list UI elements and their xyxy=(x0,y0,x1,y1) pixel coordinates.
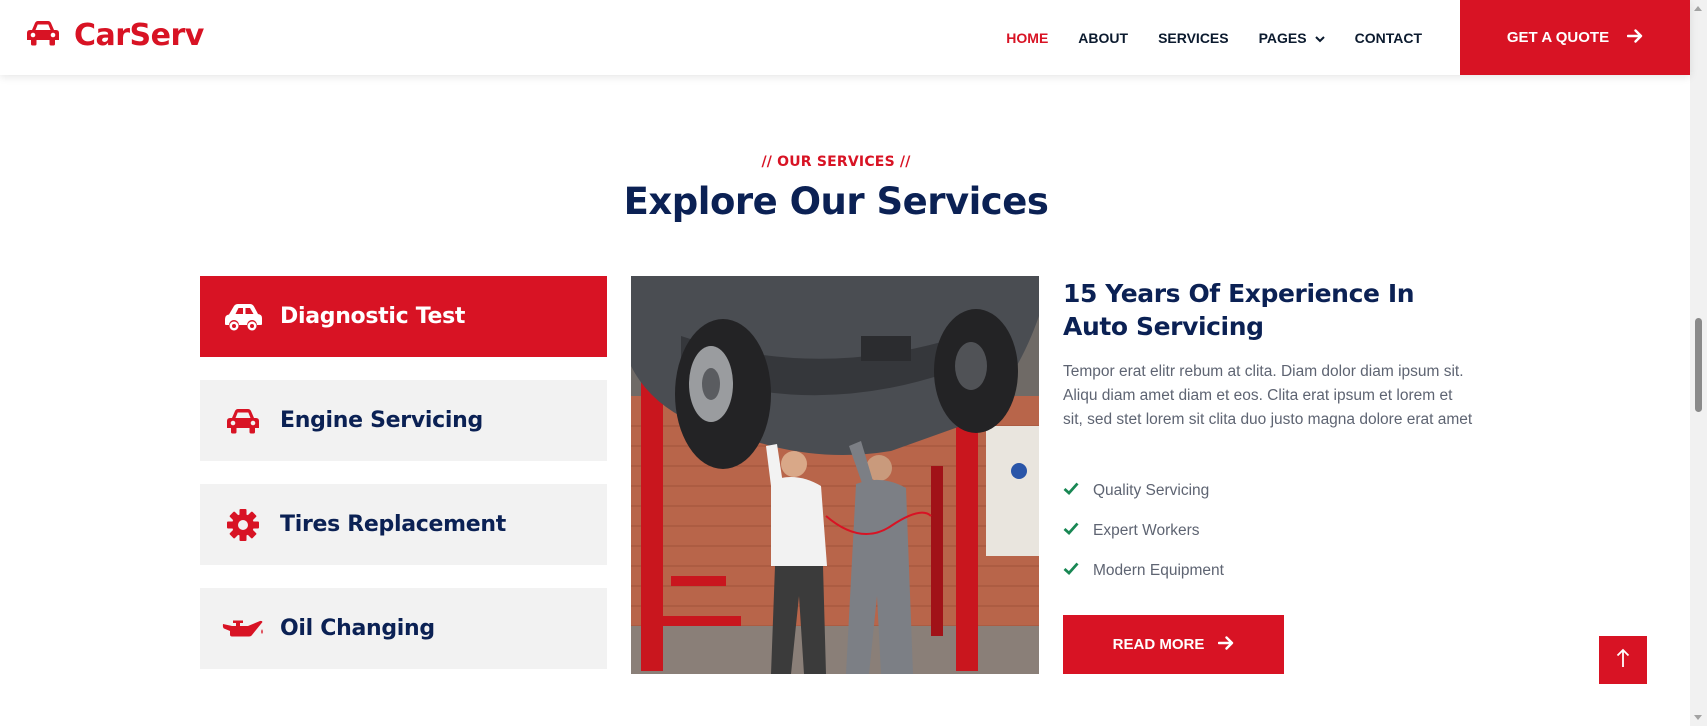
feature-label: Expert Workers xyxy=(1093,522,1200,539)
nav-contact[interactable]: CONTACT xyxy=(1355,30,1422,46)
feature-label: Quality Servicing xyxy=(1093,482,1210,499)
back-to-top-button[interactable] xyxy=(1599,636,1647,684)
read-more-label: READ MORE xyxy=(1112,636,1205,653)
car-icon xyxy=(26,20,60,51)
oil-can-icon xyxy=(222,612,264,646)
detail-description: Tempor erat elitr rebum at clita. Diam d… xyxy=(1063,363,1473,428)
car-icon xyxy=(222,404,264,438)
read-more-button[interactable]: READ MORE xyxy=(1063,615,1284,674)
tab-diagnostic-test[interactable]: Diagnostic Test xyxy=(200,276,607,357)
tab-oil-changing-label: Oil Changing xyxy=(280,616,435,641)
scroll-up-icon[interactable] xyxy=(1694,6,1702,11)
arrow-right-icon xyxy=(1218,635,1234,654)
nav-services[interactable]: SERVICES xyxy=(1158,30,1229,46)
nav-pages[interactable]: PAGES xyxy=(1259,30,1325,46)
scroll-down-icon[interactable] xyxy=(1694,715,1702,720)
service-image xyxy=(631,276,1039,674)
nav-about[interactable]: ABOUT xyxy=(1078,30,1128,46)
brand-name: CarServ xyxy=(74,18,204,53)
navbar: CarServ HOME ABOUT SERVICES PAGES CONTAC… xyxy=(0,0,1690,75)
tab-tires-replacement-label: Tires Replacement xyxy=(280,512,506,537)
nav-pages-label: PAGES xyxy=(1258,29,1307,46)
detail-title: 15 Years Of Experience In Auto Servicing xyxy=(1063,279,1415,341)
tab-engine-servicing[interactable]: Engine Servicing xyxy=(200,380,607,461)
feature-item: Quality Servicing xyxy=(1063,479,1209,503)
feature-item: Expert Workers xyxy=(1063,519,1200,543)
nav-menu: HOME ABOUT SERVICES PAGES CONTACT xyxy=(1006,0,1422,75)
check-icon xyxy=(1063,562,1079,580)
check-icon xyxy=(1063,522,1079,540)
tab-engine-servicing-label: Engine Servicing xyxy=(280,408,483,433)
brand-logo[interactable]: CarServ xyxy=(26,18,204,53)
arrow-up-icon xyxy=(1616,648,1630,673)
page-scrollbar[interactable] xyxy=(1690,0,1707,726)
get-quote-label: GET A QUOTE xyxy=(1506,29,1610,46)
tab-diagnostic-test-label: Diagnostic Test xyxy=(280,304,466,329)
scrollbar-thumb[interactable] xyxy=(1695,318,1702,412)
section-title: Explore Our Services xyxy=(623,180,1049,223)
arrow-right-icon xyxy=(1626,28,1643,47)
section-subtitle: // OUR SERVICES // xyxy=(761,154,911,170)
get-quote-button[interactable]: GET A QUOTE xyxy=(1460,0,1690,75)
gear-icon xyxy=(222,508,264,542)
nav-home[interactable]: HOME xyxy=(1006,30,1048,46)
tab-oil-changing[interactable]: Oil Changing xyxy=(200,588,607,669)
car-side-icon xyxy=(222,300,264,334)
chevron-down-icon xyxy=(1314,30,1325,46)
check-icon xyxy=(1063,482,1079,500)
feature-label: Modern Equipment xyxy=(1093,562,1224,579)
feature-item: Modern Equipment xyxy=(1063,559,1224,583)
tab-tires-replacement[interactable]: Tires Replacement xyxy=(200,484,607,565)
